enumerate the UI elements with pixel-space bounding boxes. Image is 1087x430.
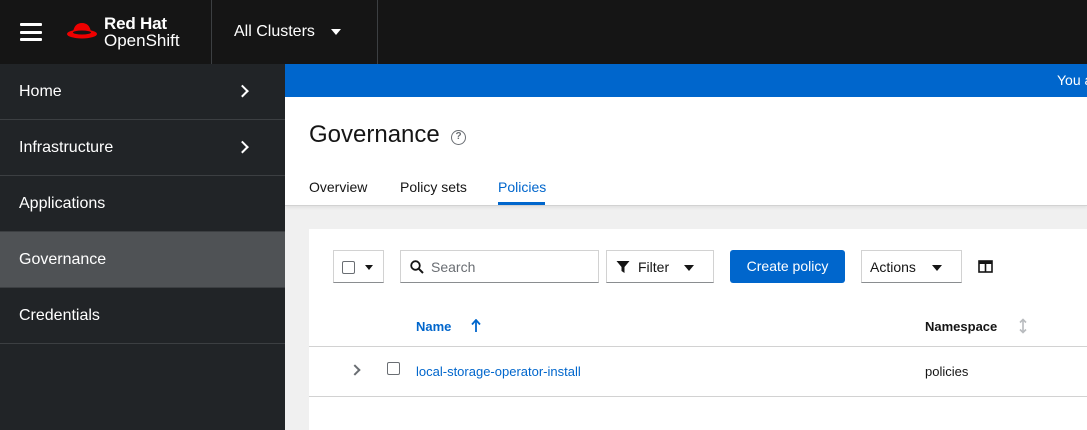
caret-down-icon — [684, 265, 694, 271]
actions-label: Actions — [870, 259, 916, 275]
sidebar-nav: Home Infrastructure Applications Governa… — [0, 64, 285, 430]
caret-down-icon — [365, 265, 373, 270]
policy-namespace: policies — [925, 364, 969, 379]
row-checkbox[interactable] — [387, 362, 400, 375]
caret-down-icon — [330, 29, 341, 35]
page-header: Governance ? Overview Policy sets Polici… — [285, 97, 1087, 206]
sort-icon[interactable] — [1018, 318, 1028, 334]
bulk-select-dropdown[interactable] — [333, 250, 384, 283]
columns-icon[interactable] — [978, 260, 993, 273]
search-box — [400, 250, 599, 283]
filter-icon — [616, 261, 630, 273]
search-icon — [410, 260, 424, 274]
chevron-right-icon — [236, 140, 249, 153]
sort-ascending-icon[interactable] — [471, 319, 481, 333]
banner-text: You a — [1057, 72, 1087, 88]
column-header-namespace[interactable]: Namespace — [925, 319, 997, 334]
sidebar-item-label: Credentials — [19, 306, 100, 324]
filter-dropdown[interactable]: Filter — [606, 250, 714, 283]
chevron-right-icon — [236, 84, 249, 97]
brand-name: Red Hat OpenShift — [104, 15, 180, 49]
cluster-switcher-label: All Clusters — [234, 23, 315, 40]
active-tab-indicator — [498, 202, 545, 205]
policy-name-link[interactable]: local-storage-operator-install — [416, 364, 581, 379]
column-header-name[interactable]: Name — [416, 319, 451, 334]
masthead: Red Hat OpenShift All Clusters — [0, 0, 1087, 64]
expand-row-chevron-icon[interactable] — [349, 364, 361, 376]
sidebar-item-governance[interactable]: Governance — [0, 232, 285, 288]
bulk-select-checkbox[interactable] — [342, 261, 355, 274]
sidebar-item-infrastructure[interactable]: Infrastructure — [0, 120, 285, 176]
sidebar-item-credentials[interactable]: Credentials — [0, 288, 285, 344]
cluster-switcher-dropdown[interactable]: All Clusters — [212, 0, 378, 64]
sidebar-item-applications[interactable]: Applications — [0, 176, 285, 232]
tab-policy-sets[interactable]: Policy sets — [400, 179, 467, 195]
table-row-divider — [309, 396, 1087, 397]
question-circle-icon[interactable]: ? — [451, 130, 466, 145]
hamburger-menu-button[interactable] — [0, 0, 62, 64]
sidebar-item-label: Home — [19, 82, 62, 100]
filter-label: Filter — [638, 259, 670, 275]
caret-down-icon — [932, 265, 942, 271]
brand-logo[interactable]: Red Hat OpenShift — [62, 0, 212, 64]
page-title: Governance — [309, 121, 440, 148]
sidebar-item-label: Infrastructure — [19, 138, 114, 156]
tab-policies[interactable]: Policies — [498, 179, 546, 195]
brand-line-2: OpenShift — [104, 31, 180, 50]
info-banner: You a — [285, 64, 1087, 97]
search-input[interactable] — [431, 251, 591, 282]
sidebar-item-label: Governance — [19, 250, 107, 268]
sidebar-item-label: Applications — [19, 194, 106, 212]
table-header-divider — [309, 346, 1087, 347]
hamburger-icon — [20, 23, 42, 41]
tab-overview[interactable]: Overview — [309, 179, 367, 195]
create-policy-button[interactable]: Create policy — [730, 250, 845, 283]
sidebar-item-home[interactable]: Home — [0, 64, 285, 120]
actions-dropdown[interactable]: Actions — [861, 250, 962, 283]
policies-table-card: Filter Create policy Actions Name Namesp… — [309, 229, 1087, 430]
brand-line-1: Red Hat — [104, 14, 167, 33]
redhat-logo — [67, 23, 97, 39]
